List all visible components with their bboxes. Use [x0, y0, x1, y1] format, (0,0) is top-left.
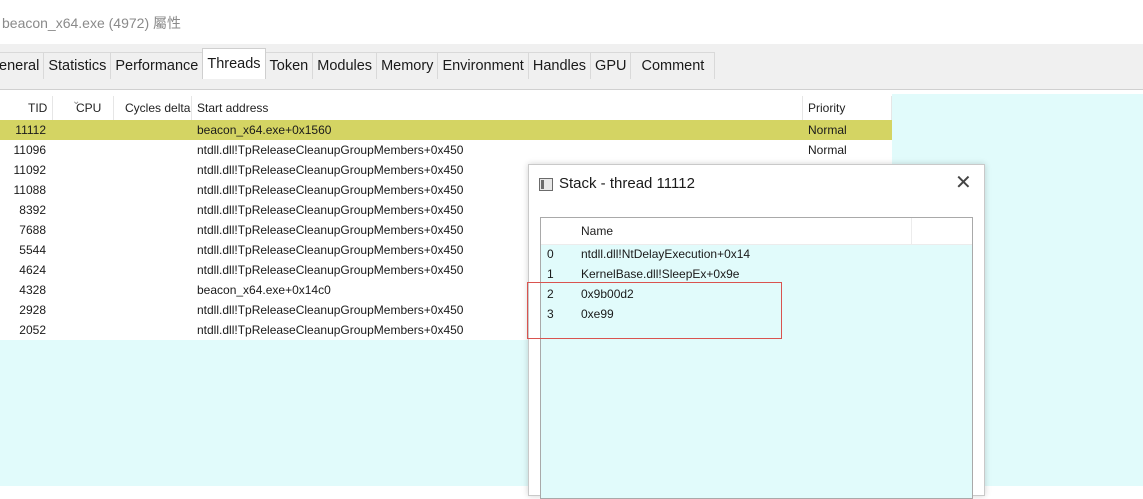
tab-threads[interactable]: Threads [202, 48, 266, 79]
dialog-title: Stack - thread 11112 [559, 175, 695, 192]
tab-environment[interactable]: Environment [437, 52, 529, 79]
column-divider[interactable] [891, 96, 892, 120]
thread-tid: 4328 [19, 283, 46, 297]
column-divider[interactable] [113, 96, 114, 120]
thread-start-address: ntdll.dll!TpReleaseCleanupGroupMembers+0… [197, 323, 464, 337]
tab-token[interactable]: Token [264, 52, 314, 79]
close-icon[interactable]: ✕ [955, 171, 972, 195]
tab-comment[interactable]: Comment [630, 52, 716, 79]
stack-frame-row[interactable]: 0 ntdll.dll!NtDelayExecution+0x14 [541, 244, 972, 264]
column-header-name[interactable]: Name [581, 224, 613, 238]
thread-start-address: ntdll.dll!TpReleaseCleanupGroupMembers+0… [197, 163, 464, 177]
stack-frame-row[interactable]: 1 KernelBase.dll!SleepEx+0x9e [541, 264, 972, 284]
thread-row[interactable]: 11096 ntdll.dll!TpReleaseCleanupGroupMemb… [0, 140, 892, 160]
frame-name: ntdll.dll!NtDelayExecution+0x14 [581, 247, 751, 261]
thread-start-address: beacon_x64.exe+0x14c0 [197, 283, 331, 297]
tab-performance[interactable]: Performance [110, 52, 204, 79]
thread-start-address: ntdll.dll!TpReleaseCleanupGroupMembers+0… [197, 263, 464, 277]
thread-start-address: ntdll.dll!TpReleaseCleanupGroupMembers+0… [197, 243, 464, 257]
frame-number: 0 [547, 247, 554, 261]
column-divider[interactable] [802, 96, 803, 120]
tab-strip: eneral Statistics Performance Threads To… [0, 44, 1143, 89]
thread-tid: 2052 [19, 323, 46, 337]
tab-modules[interactable]: Modules [312, 52, 378, 79]
tab-statistics[interactable]: Statistics [43, 52, 112, 79]
thread-start-address: ntdll.dll!TpReleaseCleanupGroupMembers+0… [197, 203, 464, 217]
thread-start-address: beacon_x64.exe+0x1560 [197, 123, 332, 137]
thread-priority: Normal [808, 143, 847, 157]
frame-name: KernelBase.dll!SleepEx+0x9e [581, 267, 740, 281]
tab-memory[interactable]: Memory [376, 52, 439, 79]
window-icon [539, 178, 553, 191]
thread-tid: 8392 [19, 203, 46, 217]
thread-tid: 11088 [13, 183, 46, 197]
window-title: beacon_x64.exe (4972) 屬性 [2, 15, 181, 31]
highlight-box [527, 282, 782, 339]
thread-start-address: ntdll.dll!TpReleaseCleanupGroupMembers+0… [197, 223, 464, 237]
column-divider[interactable] [911, 218, 912, 244]
column-header-cycles-delta[interactable]: Cycles delta [125, 96, 190, 120]
column-header-priority[interactable]: Priority [808, 96, 845, 120]
thread-tid: 5544 [19, 243, 46, 257]
column-divider[interactable] [191, 96, 192, 120]
thread-start-address: ntdll.dll!TpReleaseCleanupGroupMembers+0… [197, 303, 464, 317]
thread-tid: 11112 [15, 123, 46, 137]
thread-priority: Normal [808, 123, 847, 137]
stack-list-header: Name [541, 218, 972, 245]
tab-general[interactable]: eneral [0, 52, 45, 79]
column-divider[interactable] [52, 96, 53, 120]
thread-tid: 2928 [19, 303, 46, 317]
tab-handles[interactable]: Handles [527, 52, 592, 79]
column-header-tid[interactable]: TID [28, 96, 47, 120]
thread-start-address: ntdll.dll!TpReleaseCleanupGroupMembers+0… [197, 183, 464, 197]
title-bar: beacon_x64.exe (4972) 屬性 [0, 0, 1143, 44]
thread-tid: 11092 [13, 163, 46, 177]
thread-row[interactable]: 11112 beacon_x64.exe+0x1560 Normal [0, 120, 892, 140]
tab-gpu[interactable]: GPU [590, 52, 632, 79]
thread-start-address: ntdll.dll!TpReleaseCleanupGroupMembers+0… [197, 143, 464, 157]
frame-number: 1 [547, 267, 554, 281]
thread-tid: 7688 [19, 223, 46, 237]
column-header-cpu[interactable]: CPU [76, 96, 101, 120]
stack-list[interactable]: Name 0 ntdll.dll!NtDelayExecution+0x14 1… [540, 217, 973, 499]
thread-tid: 4624 [19, 263, 46, 277]
column-header-start-address[interactable]: Start address [197, 96, 268, 120]
thread-tid: 11096 [13, 143, 46, 157]
